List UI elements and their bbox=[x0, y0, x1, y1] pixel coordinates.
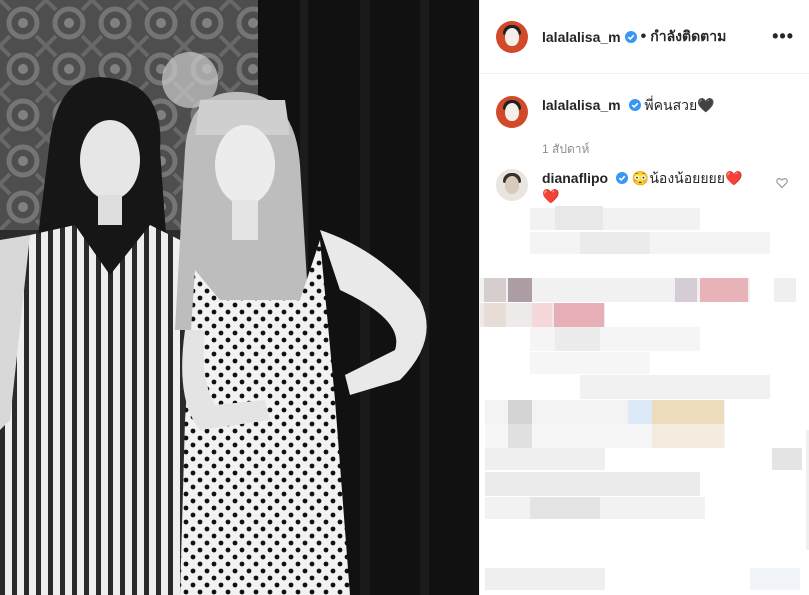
post-photo[interactable] bbox=[0, 0, 479, 595]
post-timestamp[interactable]: 1 สัปดาห์ bbox=[542, 140, 809, 159]
pixelated-comments bbox=[480, 200, 809, 595]
instagram-post: lalalalisa_m • กำลังติดตาม ••• lalalalis… bbox=[0, 0, 809, 595]
separator-dot: • bbox=[640, 27, 647, 45]
post-header: lalalalisa_m • กำลังติดตาม ••• bbox=[480, 0, 809, 74]
post-side-panel: lalalalisa_m • กำลังติดตาม ••• lalalalis… bbox=[479, 0, 809, 595]
author-username[interactable]: lalalalisa_m bbox=[542, 29, 621, 45]
commenter-avatar[interactable] bbox=[496, 169, 528, 201]
caption-author-avatar[interactable] bbox=[496, 96, 528, 128]
verified-badge-icon bbox=[616, 172, 629, 184]
post-caption: lalalalisa_m พี่คนสวย🖤 bbox=[480, 96, 809, 128]
caption-author-username[interactable]: lalalalisa_m bbox=[542, 97, 621, 113]
commenter-username[interactable]: dianaflipo bbox=[542, 170, 608, 186]
verified-badge-icon bbox=[624, 30, 637, 43]
avatar-face bbox=[505, 176, 519, 194]
caption-text-block: lalalalisa_m พี่คนสวย🖤 bbox=[542, 96, 715, 128]
verified-badge-icon bbox=[628, 99, 641, 111]
author-avatar[interactable] bbox=[496, 20, 528, 53]
caption-text: พี่คนสวย🖤 bbox=[644, 97, 715, 113]
more-options-icon[interactable]: ••• bbox=[772, 26, 794, 47]
photo-image bbox=[0, 0, 479, 595]
avatar-face bbox=[505, 103, 519, 121]
avatar-face bbox=[505, 27, 519, 46]
heart-icon[interactable] bbox=[776, 177, 788, 189]
follow-status-button[interactable]: กำลังติดตาม bbox=[650, 26, 726, 48]
